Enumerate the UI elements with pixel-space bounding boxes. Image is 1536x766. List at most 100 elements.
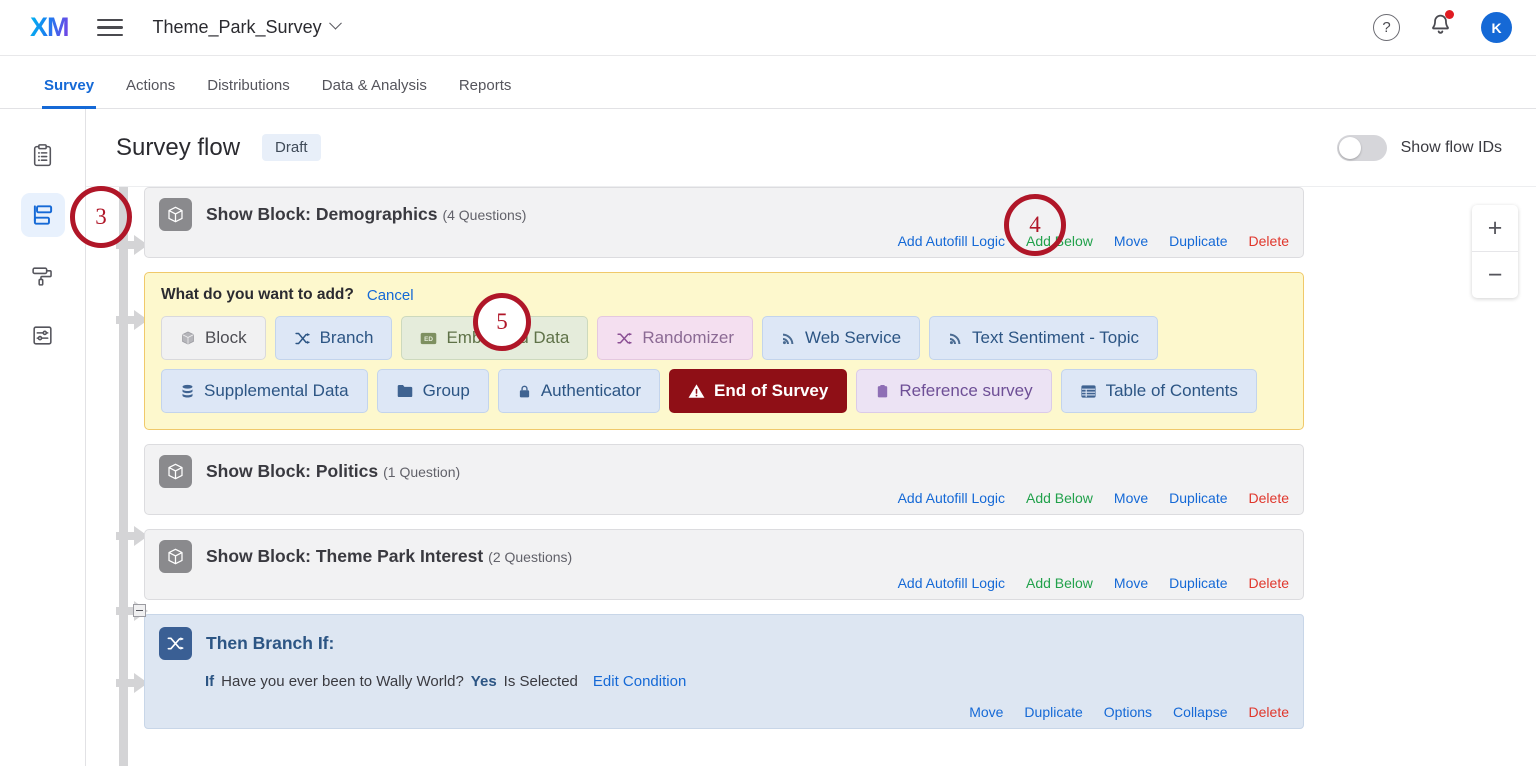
tab-data-analysis[interactable]: Data & Analysis bbox=[306, 77, 443, 108]
add-option-web-service[interactable]: Web Service bbox=[761, 316, 921, 360]
block-title: Show Block: Theme Park Interest bbox=[206, 546, 484, 566]
branch-condition: If Have you ever been to Wally World? Ye… bbox=[205, 673, 1289, 690]
tab-reports[interactable]: Reports bbox=[443, 77, 528, 108]
sidebar-item-survey-builder[interactable] bbox=[21, 133, 65, 177]
notifications-button[interactable] bbox=[1428, 10, 1454, 43]
move-link[interactable]: Move bbox=[969, 704, 1003, 720]
project-title-dropdown[interactable]: Theme_Park_Survey bbox=[152, 16, 342, 38]
sidebar-item-survey-flow[interactable] bbox=[20, 193, 65, 237]
primary-nav-tabs: Survey Actions Distributions Data & Anal… bbox=[0, 56, 1536, 109]
flow-row-title: Show Block: Demographics (4 Questions) bbox=[206, 204, 526, 225]
database-icon bbox=[180, 383, 195, 400]
flow-row-demographics[interactable]: Show Block: Demographics (4 Questions) Ad… bbox=[144, 187, 1304, 258]
annotation-marker-3: 3 bbox=[70, 186, 132, 248]
add-option-group[interactable]: Group bbox=[376, 369, 489, 413]
add-element-panel-header: What do you want to add? Cancel bbox=[161, 286, 1287, 304]
hamburger-menu-icon[interactable] bbox=[96, 14, 123, 42]
block-title: Show Block: Demographics bbox=[206, 204, 438, 224]
add-option-end-of-survey[interactable]: End of Survey bbox=[669, 369, 848, 413]
flow-row-title: Show Block: Theme Park Interest (2 Questi… bbox=[206, 546, 572, 567]
zoom-out-button[interactable]: − bbox=[1472, 252, 1518, 298]
tab-actions[interactable]: Actions bbox=[110, 77, 191, 108]
show-flow-ids-control: Show flow IDs bbox=[1336, 134, 1502, 161]
add-option-table-of-contents[interactable]: Table of Contents bbox=[1060, 369, 1257, 413]
annotation-marker-4: 4 bbox=[1004, 194, 1066, 256]
shuffle-icon bbox=[616, 330, 633, 347]
flow-row-title: Show Block: Politics (1 Question) bbox=[206, 461, 460, 482]
warning-icon bbox=[688, 383, 705, 399]
delete-link[interactable]: Delete bbox=[1249, 490, 1289, 506]
collapse-link[interactable]: Collapse bbox=[1173, 704, 1227, 720]
add-option-supplemental-data[interactable]: Supplemental Data bbox=[161, 369, 368, 413]
user-avatar[interactable]: K bbox=[1481, 12, 1512, 43]
table-icon bbox=[1080, 384, 1097, 399]
qualtrics-survey-flow-page: XM Theme_Park_Survey ? K Survey Actions … bbox=[0, 0, 1536, 766]
add-option-randomizer[interactable]: Randomizer bbox=[597, 316, 753, 360]
add-element-panel: What do you want to add? Cancel Block Br… bbox=[144, 272, 1304, 430]
sliders-icon bbox=[33, 325, 52, 345]
lock-icon bbox=[517, 383, 532, 400]
move-link[interactable]: Move bbox=[1114, 233, 1148, 249]
cube-icon bbox=[180, 330, 196, 346]
duplicate-link[interactable]: Duplicate bbox=[1024, 704, 1082, 720]
xm-logo[interactable]: XM bbox=[30, 14, 69, 41]
flow-icon bbox=[33, 205, 52, 225]
move-link[interactable]: Move bbox=[1114, 490, 1148, 506]
add-option-label: Randomizer bbox=[642, 328, 734, 347]
help-icon[interactable]: ? bbox=[1373, 14, 1400, 41]
tab-distributions[interactable]: Distributions bbox=[191, 77, 306, 108]
add-option-block[interactable]: Block bbox=[161, 316, 266, 360]
chevron-down-icon bbox=[328, 16, 342, 30]
clipboard-icon bbox=[33, 143, 52, 166]
add-option-branch[interactable]: Branch bbox=[274, 316, 393, 360]
sidebar-item-look-and-feel[interactable] bbox=[21, 253, 65, 297]
sidebar-item-survey-options[interactable] bbox=[21, 313, 65, 357]
block-cube-icon bbox=[159, 455, 192, 488]
svg-text:ED: ED bbox=[425, 336, 434, 343]
zoom-in-button[interactable]: + bbox=[1472, 205, 1518, 251]
add-below-link[interactable]: Add Below bbox=[1026, 575, 1093, 591]
add-below-link[interactable]: Add Below bbox=[1026, 490, 1093, 506]
add-autofill-logic-link[interactable]: Add Autofill Logic bbox=[898, 490, 1005, 506]
block-question-count: (2 Questions) bbox=[488, 549, 573, 565]
duplicate-link[interactable]: Duplicate bbox=[1169, 575, 1227, 591]
add-option-label: Reference survey bbox=[899, 381, 1033, 400]
show-flow-ids-label: Show flow IDs bbox=[1400, 138, 1502, 156]
block-question-count: (1 Question) bbox=[383, 464, 461, 480]
add-option-authenticator[interactable]: Authenticator bbox=[497, 369, 661, 413]
collapse-toggle-icon[interactable] bbox=[133, 604, 146, 617]
flow-row-actions: Add Autofill Logic Add Below Move Duplic… bbox=[159, 575, 1289, 591]
add-option-label: Block bbox=[205, 328, 247, 347]
duplicate-link[interactable]: Duplicate bbox=[1169, 490, 1227, 506]
add-element-options: Block Branch ED Data Randomizer Web Serv… bbox=[161, 316, 1287, 413]
add-autofill-logic-link[interactable]: Add Autofill Logic bbox=[898, 233, 1005, 249]
survey-flow-canvas: Show Block: Demographics (4 Questions) Ad… bbox=[86, 186, 1536, 766]
condition-value: Yes bbox=[470, 673, 497, 690]
move-link[interactable]: Move bbox=[1114, 575, 1148, 591]
show-flow-ids-toggle[interactable] bbox=[1336, 134, 1387, 161]
clipboard-icon bbox=[875, 383, 890, 400]
branch-icon bbox=[159, 627, 192, 660]
cancel-add-link[interactable]: Cancel bbox=[367, 287, 414, 304]
edit-condition-link[interactable]: Edit Condition bbox=[593, 673, 686, 690]
delete-link[interactable]: Delete bbox=[1249, 704, 1289, 720]
flow-row-branch[interactable]: Then Branch If: If Have you ever been to… bbox=[133, 604, 1304, 729]
flow-row-theme-park-interest[interactable]: Show Block: Theme Park Interest (2 Questi… bbox=[144, 529, 1304, 600]
status-badge: Draft bbox=[262, 134, 321, 161]
options-link[interactable]: Options bbox=[1104, 704, 1152, 720]
flow-row-actions: Add Autofill Logic Add Below Move Duplic… bbox=[159, 233, 1289, 249]
duplicate-link[interactable]: Duplicate bbox=[1169, 233, 1227, 249]
canvas-zoom-controls: + − bbox=[1472, 205, 1518, 298]
delete-link[interactable]: Delete bbox=[1249, 575, 1289, 591]
add-option-reference-survey[interactable]: Reference survey bbox=[856, 369, 1052, 413]
branch-title: Then Branch If: bbox=[206, 633, 335, 653]
project-title-label: Theme_Park_Survey bbox=[152, 17, 322, 37]
flow-row-politics[interactable]: Show Block: Politics (1 Question) Add Aut… bbox=[144, 444, 1304, 515]
top-bar: XM Theme_Park_Survey ? K bbox=[0, 0, 1536, 56]
add-option-text-sentiment-topic[interactable]: Text Sentiment - Topic bbox=[929, 316, 1158, 360]
feed-icon bbox=[948, 331, 963, 346]
add-autofill-logic-link[interactable]: Add Autofill Logic bbox=[898, 575, 1005, 591]
tab-survey[interactable]: Survey bbox=[28, 77, 110, 109]
condition-if-label: If bbox=[205, 673, 215, 690]
delete-link[interactable]: Delete bbox=[1249, 233, 1289, 249]
